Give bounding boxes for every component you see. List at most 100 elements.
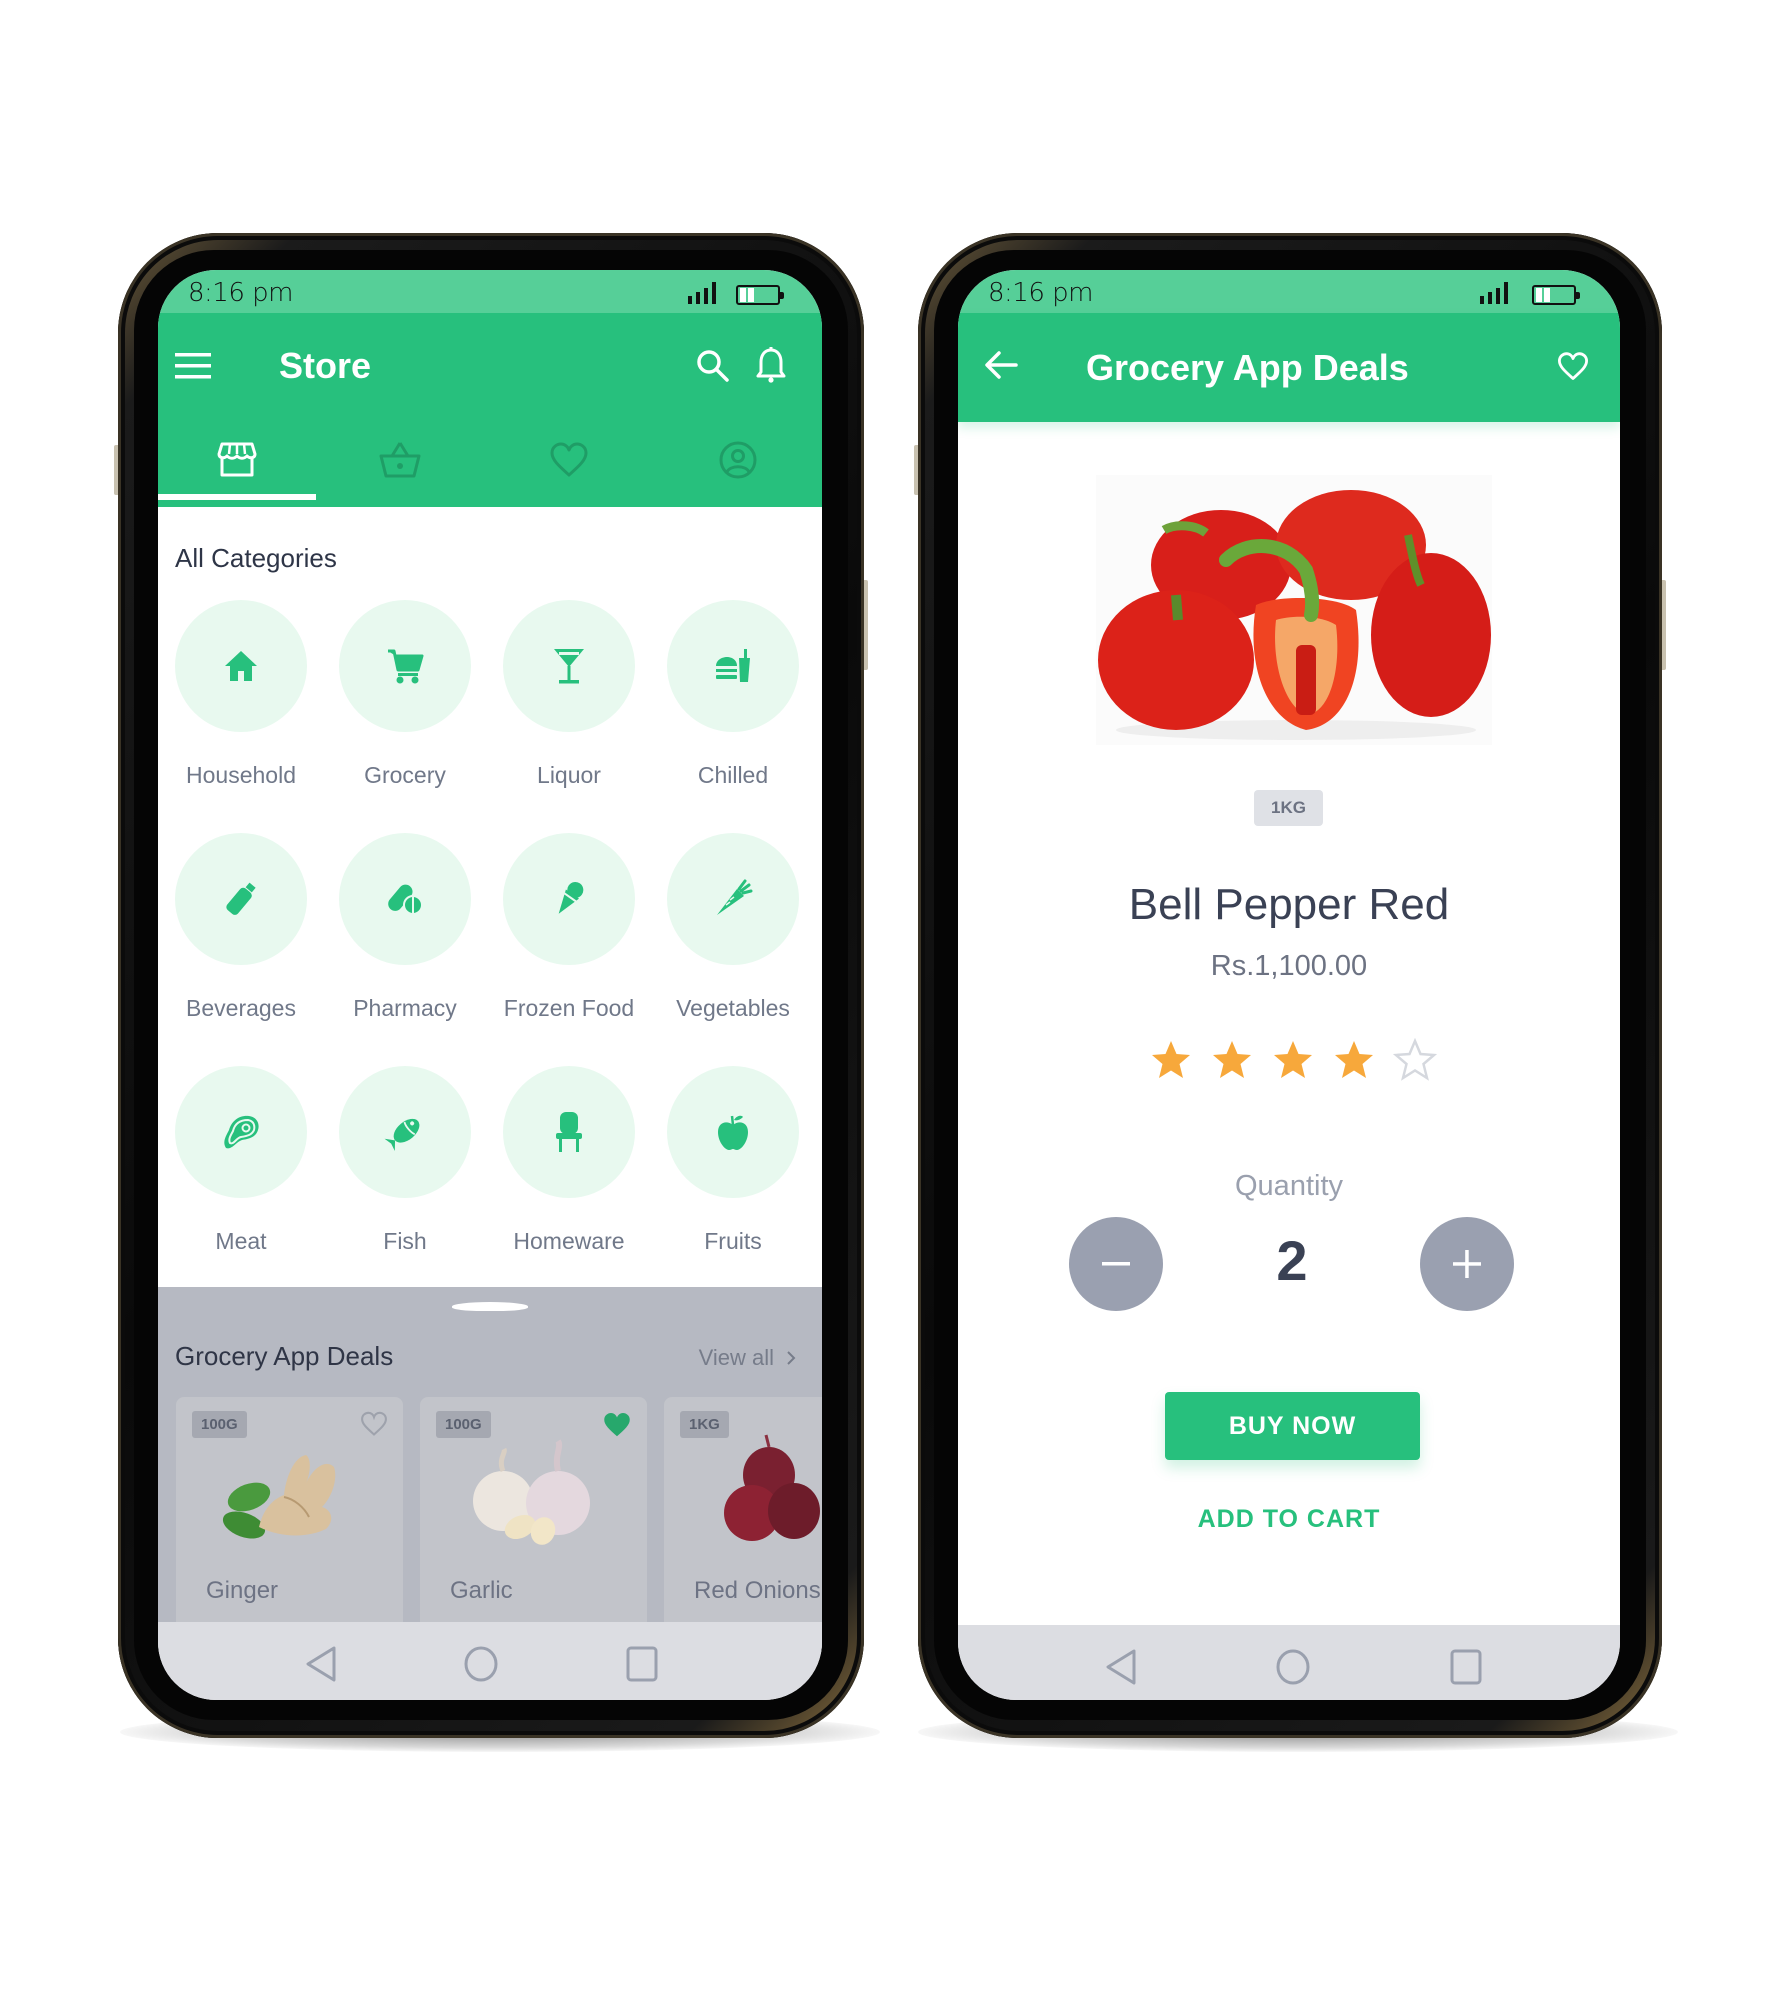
add-to-cart-button[interactable]: ADD TO CART bbox=[958, 1505, 1620, 1534]
category-label: Fish bbox=[383, 1228, 427, 1254]
category-label: Vegetables bbox=[676, 995, 790, 1021]
tab-profile[interactable] bbox=[654, 420, 822, 500]
status-bar: 8:16 pm bbox=[158, 270, 822, 313]
star-filled-icon[interactable] bbox=[1271, 1038, 1315, 1082]
category-grocery[interactable]: Grocery bbox=[330, 600, 480, 789]
deal-name: Red Onions bbox=[694, 1577, 821, 1604]
category-label: Liquor bbox=[537, 762, 601, 788]
weight-badge: 100G bbox=[436, 1411, 491, 1438]
cocktail-icon bbox=[554, 649, 584, 684]
plus-icon bbox=[1453, 1250, 1481, 1278]
recents-square-icon bbox=[626, 1646, 658, 1682]
sheet-drag-handle[interactable] bbox=[452, 1302, 528, 1311]
arrow-left-icon[interactable] bbox=[976, 340, 1026, 390]
quantity-label: Quantity bbox=[1235, 1170, 1343, 1202]
nav-home-button[interactable] bbox=[461, 1644, 501, 1684]
tab-store[interactable] bbox=[158, 420, 316, 500]
signal-icon bbox=[1480, 282, 1508, 304]
ginger-image bbox=[222, 1455, 336, 1539]
view-all-link[interactable]: View all bbox=[699, 1345, 796, 1371]
heart-icon bbox=[550, 442, 588, 477]
category-household[interactable]: Household bbox=[166, 600, 316, 789]
nav-back-button[interactable] bbox=[1101, 1647, 1141, 1687]
apple-icon bbox=[718, 1115, 748, 1150]
bottle-icon bbox=[226, 882, 256, 915]
home-circle-icon bbox=[1276, 1649, 1310, 1685]
system-nav-bar bbox=[958, 1625, 1620, 1700]
tab-favorites[interactable] bbox=[484, 420, 654, 500]
deals-sheet[interactable]: Grocery App Deals View all 100G Ginger 1… bbox=[158, 1287, 822, 1657]
left-phone-screen: 8:16 pm Store All Categories Household G… bbox=[158, 270, 822, 1700]
chevron-right-icon bbox=[787, 1351, 796, 1365]
right-phone-screen: 8:16 pm Grocery App Deals 1KG Bell Peppe… bbox=[958, 270, 1620, 1700]
app-header: Grocery App Deals bbox=[958, 313, 1620, 422]
category-label: Pharmacy bbox=[353, 995, 457, 1021]
product-name: Bell Pepper Red bbox=[1128, 880, 1450, 929]
hamburger-menu-icon[interactable] bbox=[168, 341, 218, 391]
house-icon bbox=[225, 651, 257, 681]
nav-recents-button[interactable] bbox=[622, 1644, 662, 1684]
deal-card-garlic[interactable]: 100G Garlic bbox=[420, 1397, 647, 1657]
category-vegetables[interactable]: Vegetables bbox=[658, 833, 808, 1022]
category-label: Fruits bbox=[704, 1228, 762, 1254]
fastfood-icon bbox=[716, 649, 750, 682]
bell-icon[interactable] bbox=[746, 339, 796, 393]
deal-name: Garlic bbox=[450, 1577, 513, 1604]
quantity-decrement-button[interactable] bbox=[1069, 1217, 1163, 1311]
star-filled-icon[interactable] bbox=[1149, 1038, 1193, 1082]
tab-basket[interactable] bbox=[316, 420, 484, 500]
quantity-increment-button[interactable] bbox=[1420, 1217, 1514, 1311]
category-pharmacy[interactable]: Pharmacy bbox=[330, 833, 480, 1022]
red-onions-image bbox=[724, 1434, 820, 1541]
status-time: 8:16 pm bbox=[188, 278, 293, 308]
category-meat[interactable]: Meat bbox=[166, 1066, 316, 1255]
recents-square-icon bbox=[1450, 1649, 1482, 1685]
category-liquor[interactable]: Liquor bbox=[494, 600, 644, 789]
category-beverages[interactable]: Beverages bbox=[166, 833, 316, 1022]
nav-back-button[interactable] bbox=[301, 1644, 341, 1684]
page-title: Grocery App Deals bbox=[1086, 347, 1409, 388]
fish-icon bbox=[384, 1118, 420, 1151]
star-filled-icon[interactable] bbox=[1210, 1038, 1254, 1082]
buy-now-button[interactable]: BUY NOW bbox=[1165, 1392, 1420, 1460]
deal-name: Ginger bbox=[206, 1577, 279, 1604]
page-title: Store bbox=[279, 345, 372, 386]
nav-home-button[interactable] bbox=[1273, 1647, 1313, 1687]
deal-card-ginger[interactable]: 100G Ginger bbox=[176, 1397, 403, 1657]
cart-icon bbox=[388, 649, 424, 684]
deal-card-red-onions[interactable]: 1KG Red Onions bbox=[664, 1397, 822, 1657]
category-fish[interactable]: Fish bbox=[330, 1066, 480, 1255]
heart-outline-icon[interactable] bbox=[1548, 341, 1598, 391]
category-homeware[interactable]: Homeware bbox=[494, 1066, 644, 1255]
status-bar: 8:16 pm bbox=[958, 270, 1620, 313]
ice-cream-icon bbox=[558, 881, 584, 914]
quantity-value: 2 bbox=[1276, 1229, 1308, 1292]
minus-icon bbox=[1102, 1262, 1130, 1266]
battery-icon bbox=[736, 285, 784, 305]
search-icon[interactable] bbox=[688, 341, 738, 391]
category-frozen-food[interactable]: Frozen Food bbox=[494, 833, 644, 1022]
garlic-image bbox=[473, 1439, 590, 1545]
all-categories-title: All Categories bbox=[175, 543, 337, 573]
product-image bbox=[1096, 475, 1492, 745]
chair-icon bbox=[556, 1112, 582, 1152]
weight-badge: 1KG bbox=[1254, 790, 1323, 826]
store-icon bbox=[217, 442, 257, 477]
category-label: Meat bbox=[215, 1228, 267, 1254]
app-header: Store bbox=[158, 313, 822, 507]
category-chilled[interactable]: Chilled bbox=[658, 600, 808, 789]
category-fruits[interactable]: Fruits bbox=[658, 1066, 808, 1255]
weight-badge: 100G bbox=[192, 1411, 247, 1438]
favorite-filled-icon[interactable] bbox=[602, 1411, 632, 1439]
view-all-label: View all bbox=[698, 1345, 774, 1370]
favorite-outline-icon[interactable] bbox=[360, 1411, 388, 1437]
category-label: Grocery bbox=[364, 762, 446, 788]
carrot-icon bbox=[717, 879, 753, 915]
category-label: Chilled bbox=[697, 762, 769, 788]
nav-recents-button[interactable] bbox=[1446, 1647, 1486, 1687]
steak-icon bbox=[224, 1115, 259, 1149]
star-empty-icon[interactable] bbox=[1393, 1038, 1437, 1082]
system-nav-bar bbox=[158, 1622, 822, 1700]
back-triangle-icon bbox=[306, 1646, 336, 1682]
star-filled-icon[interactable] bbox=[1332, 1038, 1376, 1082]
